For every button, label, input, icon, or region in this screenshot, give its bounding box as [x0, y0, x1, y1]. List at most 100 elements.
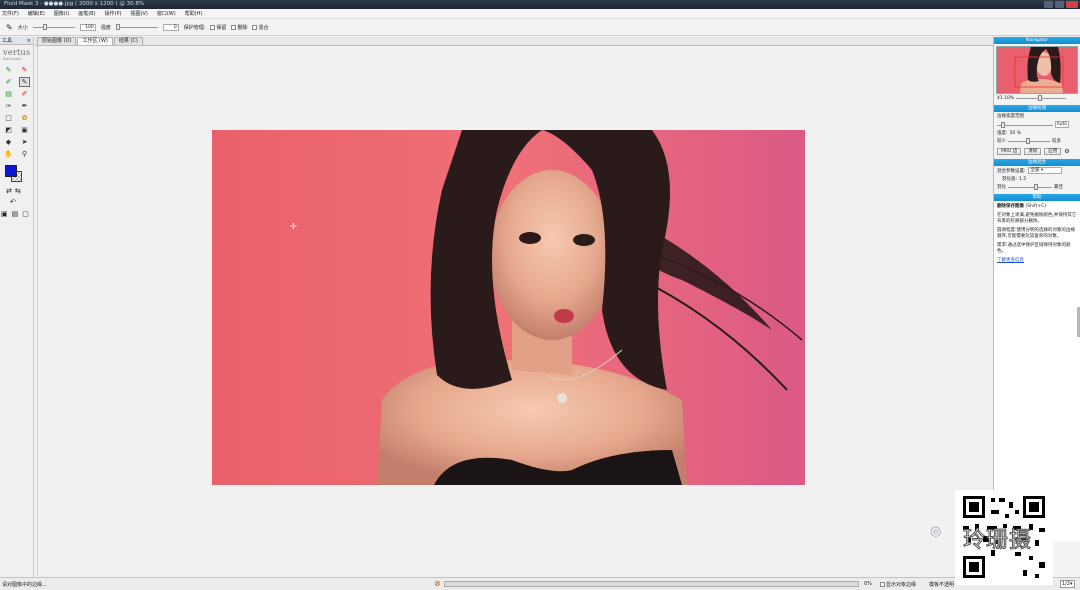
keep-option[interactable]: 保留 [210, 24, 226, 31]
eraser-icon[interactable]: ◆ [3, 137, 14, 147]
title-bar: Fluid Mask 3 - ●●●●.jpg ( 2000 x 1200 ) … [0, 0, 1080, 9]
wechat-icon: ◎ [930, 524, 942, 539]
undo-icon[interactable]: ↶ [10, 198, 33, 206]
hand-icon[interactable]: ✋ [3, 149, 14, 159]
progress-bar [444, 581, 859, 587]
view-mode-1-icon[interactable]: ▣ [1, 210, 8, 218]
edge-max-label: 较多 [1052, 139, 1061, 144]
blend-mode-row: 混合参数设置: 全部 ▾ [994, 166, 1080, 175]
blend-header: 边缘混合 [994, 159, 1080, 166]
tab-result[interactable]: 结果 (C) [113, 37, 143, 45]
navigator-zoom-row: 41.10% [994, 94, 1080, 102]
help-header: 帮助 [994, 194, 1080, 201]
hardness-slider[interactable] [115, 24, 158, 30]
help-paragraph-1: 在对象上涂满,避免删除颜色,并保持其它背景的轮廓部分删除。 [997, 213, 1077, 224]
apply-edge-button[interactable]: 应用 [1044, 148, 1062, 155]
tools-panel-title: 工具 [2, 38, 13, 44]
zoom-slider[interactable] [1016, 95, 1067, 101]
edge-detect-header: 边缘检测 [994, 105, 1080, 112]
delete-fill-icon[interactable]: ✐ [19, 89, 30, 99]
hardness-label: 强度 [100, 24, 111, 31]
delete-brush-icon[interactable]: ✎ [19, 65, 30, 75]
settings-icon[interactable]: ⚙ [1064, 148, 1069, 155]
zoom-value: 41.10% [997, 95, 1015, 101]
navigator-thumbnail[interactable] [996, 46, 1078, 94]
size-input[interactable]: 100 [79, 23, 96, 31]
minimize-button[interactable] [1044, 1, 1053, 8]
menu-bar: 文件(F) 编辑(E) 图像(I) 画笔(B) 操作(P) 视图(V) 窗口(W… [0, 9, 1080, 19]
help-link[interactable]: 了解更多信息 [997, 258, 1077, 264]
stamp-icon[interactable]: ▣ [19, 125, 30, 135]
menu-window[interactable]: 窗口(W) [157, 10, 176, 17]
color-picker-icon[interactable]: ✿ [19, 113, 30, 123]
smooth-slider[interactable] [1008, 184, 1052, 190]
feather-label: 羽化值: [1002, 177, 1018, 182]
keep-local-brush-icon[interactable]: ✐ [3, 77, 14, 87]
zoom-select[interactable]: 1/2▾ [1060, 580, 1075, 588]
logo-subtitle: fluid mask [3, 57, 22, 61]
exact-brush-icon[interactable]: ✒ [19, 101, 30, 111]
stop-icon[interactable]: ⊗ [434, 579, 441, 588]
edge-width-slider[interactable] [997, 121, 1053, 128]
tab-workspace[interactable]: 工作区 (W) [77, 37, 113, 45]
tools-panel-header: 工具 × [0, 37, 33, 45]
maximize-button[interactable] [1055, 1, 1064, 8]
size-label: 大小 [17, 24, 28, 31]
smooth-right-label: 最佳 [1054, 185, 1063, 190]
help-paragraph-3: 需求:通过选中保护区域保持对象的颜色。 [997, 243, 1071, 254]
edge-strength-row: 强度: 50 % [994, 129, 1080, 137]
menu-view[interactable]: 视图(V) [131, 10, 148, 17]
menu-brush[interactable]: 画笔(B) [78, 10, 95, 17]
keep-fill-icon[interactable]: ▤ [3, 89, 14, 99]
reset-colors-icon[interactable]: ⇆ [15, 187, 21, 195]
hardness-input[interactable]: 0 [162, 23, 179, 31]
panel-close-icon[interactable]: × [27, 37, 31, 45]
status-message: 请对图像中的边缘... [2, 582, 47, 588]
protect-label: 保护管理: [183, 24, 206, 31]
photo-canvas[interactable]: ✛ [212, 130, 805, 485]
edge-width-input[interactable]: Auto [1055, 121, 1069, 128]
pen-brush-icon[interactable]: ✎ [19, 77, 30, 87]
menu-file[interactable]: 文件(F) [2, 10, 19, 17]
help-paragraph-2: 圆滑程度:使用分明的选择的对象的边缘顺序,可能需要比较复杂的对象。 [997, 228, 1076, 239]
blend-option[interactable]: 混合 [252, 24, 268, 31]
edge-label: 边缘宽度范围 [997, 114, 1024, 119]
delete-option[interactable]: 删除 [231, 24, 247, 31]
blend-mode-label: 混合参数设置: [997, 168, 1026, 174]
close-button[interactable] [1066, 1, 1078, 8]
rect-select-icon[interactable]: □ [3, 113, 14, 123]
tab-original[interactable]: 原始图像 (O) [37, 37, 77, 45]
edge-min-label: 较少 [997, 139, 1006, 144]
size-slider[interactable] [32, 24, 75, 30]
color-swatches[interactable] [4, 165, 24, 183]
patch-icon[interactable]: ◩ [3, 125, 14, 135]
menu-help[interactable]: 帮助(H) [185, 10, 203, 17]
tool-grid: ✎ ✎ ✐ ✎ ▤ ✐ ✑ ✒ □ ✿ ◩ ▣ ◆ ➤ ✋ ⚲ [0, 65, 33, 159]
edge-strength-label: 强度: [997, 131, 1008, 136]
feather-value: 1.5 [1019, 176, 1027, 182]
mru-edge-button[interactable]: MRU 边 [997, 148, 1022, 155]
pointer-icon[interactable]: ➤ [19, 137, 30, 147]
progress-percent: 0% [864, 581, 872, 587]
show-edges-checkbox[interactable]: 显示对象边缘 [880, 581, 916, 588]
view-mode-3-icon[interactable]: ▢ [22, 210, 29, 218]
options-toolbar: ✎ 大小 100 强度 0 保护管理: 保留 删除 混合 [0, 19, 1080, 36]
menu-image[interactable]: 图像(I) [54, 10, 69, 17]
keep-brush-icon[interactable]: ✎ [3, 65, 14, 75]
vertus-logo: vertus [3, 48, 31, 57]
smooth-label: 羽化 [997, 185, 1006, 190]
view-mode-2-icon[interactable]: ▤ [12, 210, 19, 218]
watermark-text: 玲珊摄 [962, 528, 1033, 554]
swap-colors-icon[interactable]: ⇄ [6, 187, 12, 195]
menu-edit[interactable]: 编辑(E) [28, 10, 45, 17]
navigator-header: Navigator [994, 37, 1080, 44]
portrait-image [212, 130, 805, 485]
zoom-icon[interactable]: ⚲ [19, 149, 30, 159]
menu-operation[interactable]: 操作(P) [105, 10, 122, 17]
blend-mode-select[interactable]: 全部 ▾ [1027, 167, 1062, 174]
foreground-color-swatch[interactable] [5, 165, 17, 177]
smooth-row: 羽化 最佳 [994, 183, 1080, 191]
clear-edge-button[interactable]: 清除 [1024, 148, 1042, 155]
blend-brush-icon[interactable]: ✑ [3, 101, 14, 111]
edge-amount-slider[interactable] [1008, 138, 1050, 144]
